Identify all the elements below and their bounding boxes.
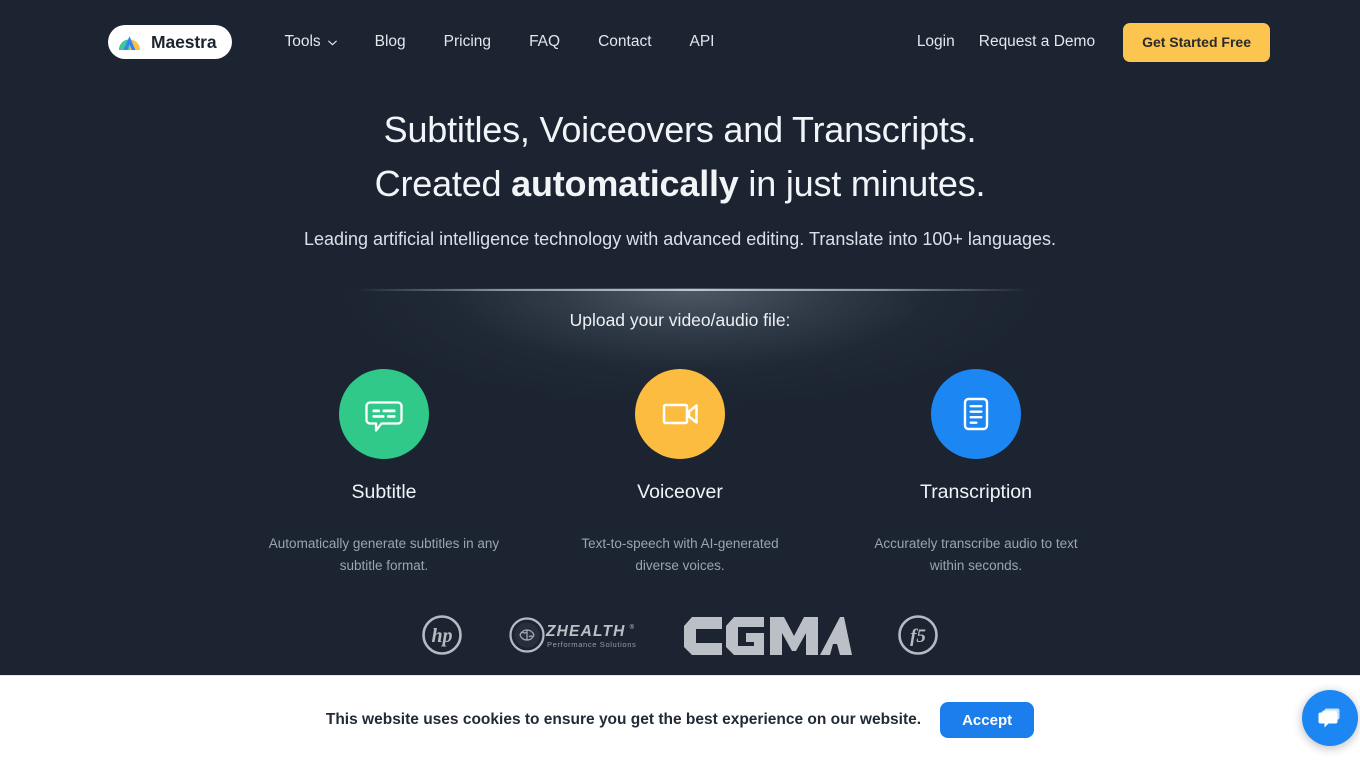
client-logo-f5: f5 <box>898 615 938 655</box>
client-logos: hp ZHEALTH ® Performance Solutions f5 <box>0 614 1360 656</box>
brand-name: Maestra <box>151 31 217 52</box>
upload-option-subtitle[interactable]: Subtitle Automatically generate subtitle… <box>264 369 504 576</box>
svg-text:ZHEALTH: ZHEALTH <box>545 623 626 640</box>
upload-option-transcription-title: Transcription <box>920 481 1032 503</box>
upload-option-transcription-description: Accurately transcribe audio to text with… <box>874 536 1078 573</box>
request-demo-link[interactable]: Request a Demo <box>979 33 1095 51</box>
f5-logo-icon: f5 <box>898 615 938 655</box>
headline-line-1: Subtitles, Voiceovers and Transcripts. <box>383 109 977 150</box>
nav-item-pricing-label: Pricing <box>443 33 492 50</box>
hero-subheadline: Leading artificial intelligence technolo… <box>303 229 1056 249</box>
get-started-free-button[interactable]: Get Started Free <box>1123 22 1270 62</box>
voiceover-icon-circle <box>635 369 725 459</box>
nav-item-pricing[interactable]: Pricing <box>425 33 510 51</box>
chevron-down-icon <box>327 40 337 46</box>
nav-item-faq-label: FAQ <box>529 33 561 50</box>
upload-option-voiceover-description: Text-to-speech with AI-generated diverse… <box>581 536 779 573</box>
cookie-consent-message: This website uses cookies to ensure you … <box>325 711 922 728</box>
subtitle-icon-circle <box>339 369 429 459</box>
svg-text:f5: f5 <box>910 626 926 647</box>
upload-prompt-label: Upload your video/audio file: <box>569 310 791 330</box>
brand-logo[interactable]: Maestra <box>108 25 233 59</box>
nav-item-tools[interactable]: Tools <box>265 33 355 51</box>
cookie-accept-button[interactable]: Accept <box>940 702 1035 738</box>
upload-option-voiceover[interactable]: Voiceover Text-to-speech with AI-generat… <box>560 369 800 576</box>
headline-line-2-emphasis: automatically <box>511 163 739 204</box>
nav-item-contact[interactable]: Contact <box>579 33 670 51</box>
svg-text:Performance Solutions: Performance Solutions <box>547 640 636 649</box>
headline-line-2-prefix: Created <box>374 163 512 204</box>
headline-line-2-suffix: in just minutes. <box>738 163 986 204</box>
zhealth-logo-icon: ZHEALTH ® Performance Solutions <box>509 617 636 653</box>
chat-bubbles-icon <box>1318 708 1340 728</box>
upload-option-subtitle-description: Automatically generate subtitles in any … <box>268 536 500 573</box>
chat-widget-button[interactable] <box>1302 690 1358 746</box>
video-camera-icon <box>662 403 698 425</box>
hero-glow-edge-decoration <box>356 289 1028 291</box>
svg-text:hp: hp <box>431 625 452 647</box>
nav-item-contact-label: Contact <box>598 33 652 50</box>
client-logo-cgma <box>684 614 852 656</box>
transcription-icon-circle <box>931 369 1021 459</box>
client-logo-zhealth: ZHEALTH ® Performance Solutions <box>508 615 638 655</box>
login-link[interactable]: Login <box>917 33 955 51</box>
subtitle-bubble-icon <box>365 401 403 432</box>
main-navigation: Tools Blog Pricing FAQ Contact API <box>265 33 733 51</box>
nav-item-blog[interactable]: Blog <box>356 33 425 51</box>
document-lines-icon <box>963 397 989 431</box>
hero-section: Maestra Tools Blog Pricing FAQ Contact A… <box>0 0 1360 675</box>
nav-item-api-label: API <box>689 33 715 50</box>
header-actions: Login Request a Demo Get Started Free <box>917 22 1270 62</box>
upload-option-transcription[interactable]: Transcription Accurately transcribe audi… <box>856 369 1096 576</box>
upload-options: Subtitle Automatically generate subtitle… <box>264 369 1096 576</box>
cgma-logo-icon <box>684 617 852 655</box>
hp-logo-icon: hp <box>422 615 462 655</box>
svg-text:®: ® <box>630 624 635 631</box>
upload-option-voiceover-title: Voiceover <box>637 481 723 503</box>
maestra-m-logo-icon <box>118 35 141 50</box>
upload-option-subtitle-title: Subtitle <box>351 481 417 503</box>
nav-item-faq[interactable]: FAQ <box>510 33 579 51</box>
cookie-consent-banner: This website uses cookies to ensure you … <box>0 675 1360 764</box>
nav-item-blog-label: Blog <box>374 33 406 50</box>
hero-headline: Subtitles, Voiceovers and Transcripts. C… <box>0 103 1360 211</box>
site-header: Maestra Tools Blog Pricing FAQ Contact A… <box>0 0 1360 84</box>
nav-item-tools-label: Tools <box>284 33 321 50</box>
client-logo-hp: hp <box>422 615 462 655</box>
nav-item-api[interactable]: API <box>671 33 734 51</box>
